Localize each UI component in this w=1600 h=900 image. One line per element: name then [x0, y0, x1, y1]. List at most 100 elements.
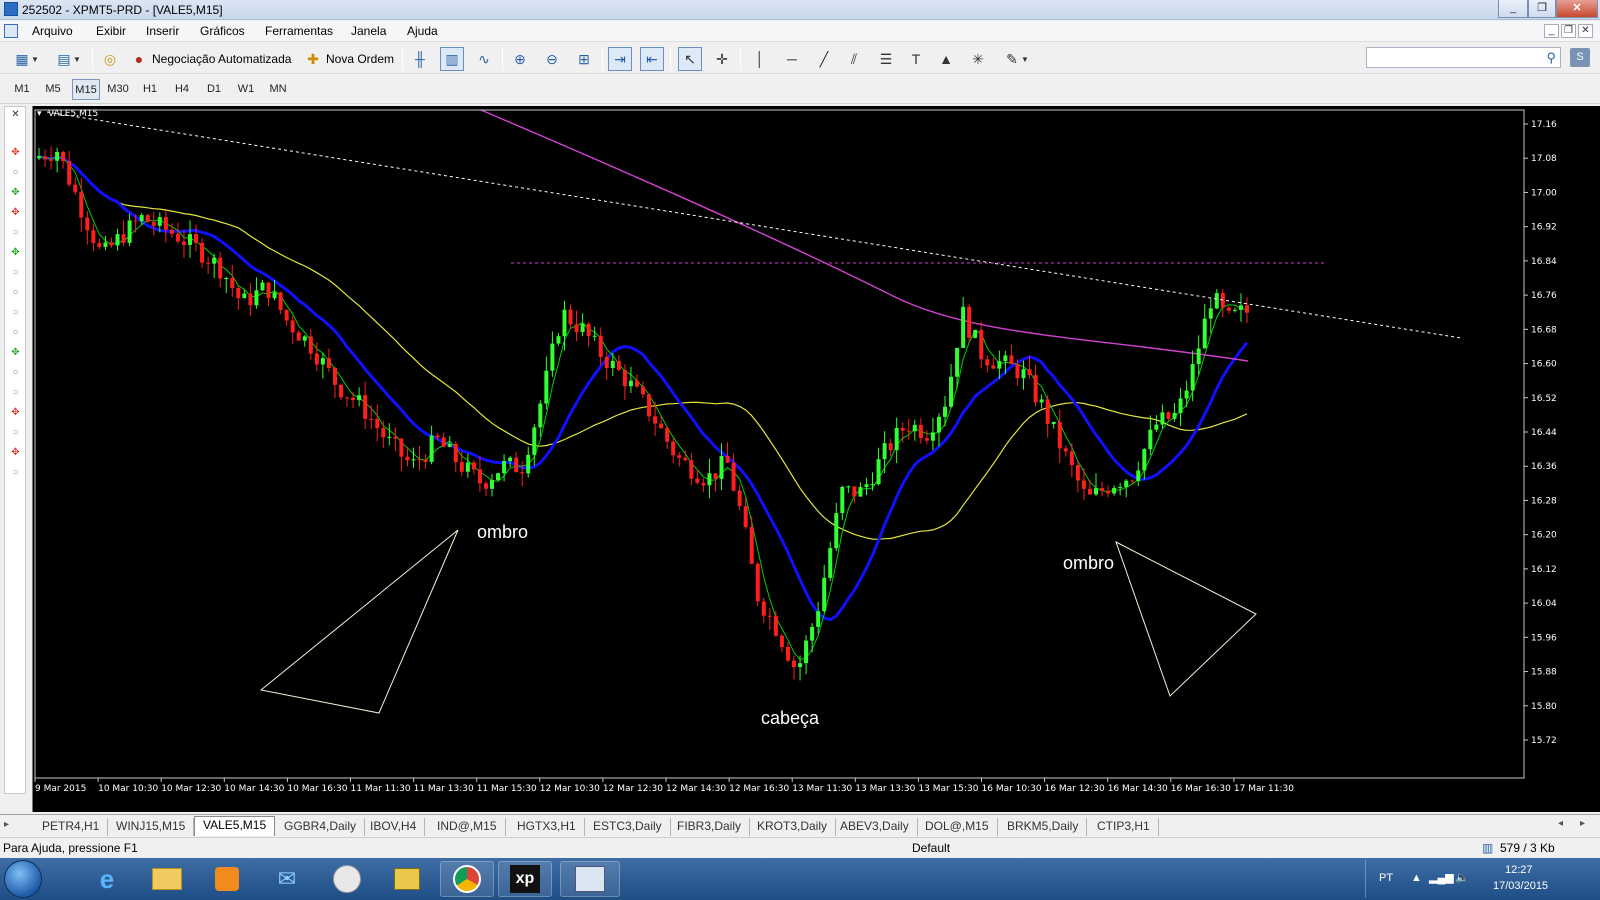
vertical-line-button[interactable]: │ — [748, 47, 772, 71]
circle-icon[interactable]: ○ — [10, 307, 21, 318]
horizontal-line-button[interactable]: ─ — [780, 47, 804, 71]
timeframe-m5[interactable]: M5 — [39, 79, 67, 100]
tab-fibr3[interactable]: FIBR3,Daily — [669, 818, 751, 836]
timeframe-d1[interactable]: D1 — [200, 79, 228, 100]
menu-ajuda[interactable]: Ajuda — [407, 24, 438, 38]
bar-chart-button[interactable]: ╫ — [408, 47, 432, 71]
profiles-button[interactable]: ▤ ▼ — [50, 47, 86, 71]
timeframe-h1[interactable]: H1 — [136, 79, 164, 100]
network-icon[interactable]: ▂▄▆ — [1429, 871, 1454, 884]
zoom-out-button[interactable]: ⊖ — [540, 47, 564, 71]
explorer-taskbar-icon[interactable] — [140, 861, 194, 897]
sell-arrow-icon[interactable]: ✥ — [10, 407, 21, 418]
market-watch-button[interactable]: ◎ — [98, 47, 122, 71]
maximize-button[interactable]: ❐ — [1528, 0, 1556, 18]
tabs-next-icon[interactable]: ▸ — [1580, 818, 1585, 829]
mdi-minimize-button[interactable]: _ — [1544, 24, 1559, 38]
buy-arrow-icon[interactable]: ✥ — [10, 347, 21, 358]
cursor-button[interactable]: ↖ — [678, 47, 702, 71]
tab-ctip3[interactable]: CTIP3,H1 — [1089, 818, 1159, 836]
candlestick-button[interactable]: ▥ — [440, 47, 464, 71]
search-icon[interactable]: ⚲ — [1546, 50, 1556, 66]
menu-arquivo[interactable]: Arquivo — [32, 24, 73, 38]
metatrader-taskbar-icon[interactable] — [560, 861, 620, 897]
tabs-scroll-icon[interactable]: ▸ — [4, 819, 9, 830]
circle-icon[interactable]: ○ — [10, 287, 21, 298]
timeframe-mn[interactable]: MN — [264, 79, 292, 100]
new-chart-button[interactable]: ▦ ▼ — [8, 47, 44, 71]
timeframe-m1[interactable]: M1 — [8, 79, 36, 100]
clock-date[interactable]: 17/03/2015 — [1493, 880, 1548, 892]
tab-ibov[interactable]: IBOV,H4 — [362, 818, 426, 836]
tabs-prev-icon[interactable]: ◂ — [1558, 818, 1563, 829]
timeframe-m30[interactable]: M30 — [104, 79, 132, 100]
search-box[interactable]: ⚲ — [1366, 47, 1561, 68]
volume-icon[interactable]: 🔈 — [1455, 871, 1469, 884]
circle-icon[interactable]: ○ — [10, 167, 21, 178]
timeframe-w1[interactable]: W1 — [232, 79, 260, 100]
close-button[interactable]: ✕ — [1556, 0, 1598, 18]
hp-taskbar-icon[interactable] — [320, 861, 374, 897]
timeframe-m15[interactable]: M15 — [72, 79, 100, 100]
tab-brkm5[interactable]: BRKM5,Daily — [999, 818, 1088, 836]
tray-expand-icon[interactable]: ▲ — [1411, 872, 1422, 884]
mdi-close-button[interactable]: ✕ — [1578, 24, 1593, 38]
trendline-button[interactable]: ╱ — [812, 47, 836, 71]
remote-taskbar-icon[interactable] — [380, 861, 434, 897]
tab-ggbr4[interactable]: GGBR4,Daily — [276, 818, 366, 836]
help-button[interactable]: S — [1570, 48, 1590, 67]
fibonacci-button[interactable]: ☰ — [874, 47, 898, 71]
menu-inserir[interactable]: Inserir — [146, 24, 179, 38]
clock-time[interactable]: 12:27 — [1505, 864, 1533, 876]
line-chart-button[interactable]: ∿ — [472, 47, 496, 71]
text-button[interactable]: T — [904, 47, 928, 71]
ie-taskbar-icon[interactable]: e — [80, 861, 134, 897]
minimize-button[interactable]: _ — [1498, 0, 1528, 18]
xp-taskbar-icon[interactable]: xp — [498, 861, 552, 897]
circle-icon[interactable]: ○ — [10, 387, 21, 398]
arrows-button[interactable]: ✎ ▼ — [998, 47, 1034, 71]
tab-petr4[interactable]: PETR4,H1 — [34, 818, 109, 836]
buy-arrow-icon[interactable]: ✥ — [10, 247, 21, 258]
circle-icon[interactable]: ○ — [10, 427, 21, 438]
mdi-restore-button[interactable]: ❐ — [1561, 24, 1576, 38]
circle-icon[interactable]: ○ — [10, 367, 21, 378]
shapes-button[interactable]: ▲ — [934, 47, 958, 71]
new-order-button[interactable]: ✚ Nova Ordem — [304, 47, 396, 71]
gann-button[interactable]: ✳ — [966, 47, 990, 71]
zoom-in-button[interactable]: ⊕ — [508, 47, 532, 71]
circle-icon[interactable]: ○ — [10, 327, 21, 338]
tab-ind[interactable]: IND@,M15 — [429, 818, 506, 836]
auto-trading-button[interactable]: ● Negociação Automatizada — [130, 47, 298, 71]
chart-window-icon[interactable] — [4, 24, 18, 38]
tile-windows-button[interactable]: ⊞ — [572, 47, 596, 71]
menu-ferramentas[interactable]: Ferramentas — [265, 24, 333, 38]
circle-icon[interactable]: ○ — [10, 467, 21, 478]
chart-canvas[interactable]: 17.16 17.08 17.00 16.92 16.84 16.76 16.68 16.60… — [33, 106, 1600, 812]
chrome-taskbar-icon[interactable] — [440, 861, 494, 897]
tab-dol[interactable]: DOL@,M15 — [917, 818, 998, 836]
timeframe-h4[interactable]: H4 — [168, 79, 196, 100]
tab-hgtx3[interactable]: HGTX3,H1 — [509, 818, 585, 836]
tab-krot3[interactable]: KROT3,Daily — [749, 818, 837, 836]
menu-exibir[interactable]: Exibir — [96, 24, 126, 38]
sidebar-close-icon[interactable]: ✕ — [10, 109, 21, 120]
language-indicator[interactable]: PT — [1379, 872, 1393, 884]
sell-arrow-icon[interactable]: ✥ — [10, 447, 21, 458]
search-input[interactable] — [1367, 48, 1537, 67]
circle-icon[interactable]: ○ — [10, 267, 21, 278]
start-button[interactable] — [4, 860, 42, 898]
tab-estc3[interactable]: ESTC3,Daily — [585, 818, 671, 836]
outlook-taskbar-icon[interactable]: ✉ — [260, 861, 314, 897]
sell-arrow-icon[interactable]: ✥ — [10, 147, 21, 158]
tab-abev3[interactable]: ABEV3,Daily — [832, 818, 918, 836]
menu-janela[interactable]: Janela — [351, 24, 386, 38]
buy-arrow-icon[interactable]: ✥ — [10, 187, 21, 198]
channels-button[interactable]: ⫽ — [842, 47, 866, 71]
auto-scroll-button[interactable]: ⇥ — [608, 47, 632, 71]
menu-graficos[interactable]: Gráficos — [200, 24, 245, 38]
price-chart[interactable]: 17.16 17.08 17.00 16.92 16.84 16.76 16.68 16.60… — [32, 106, 1600, 812]
tab-winj15[interactable]: WINJ15,M15 — [108, 818, 195, 836]
sell-arrow-icon[interactable]: ✥ — [10, 207, 21, 218]
crosshair-button[interactable]: ✛ — [710, 47, 734, 71]
